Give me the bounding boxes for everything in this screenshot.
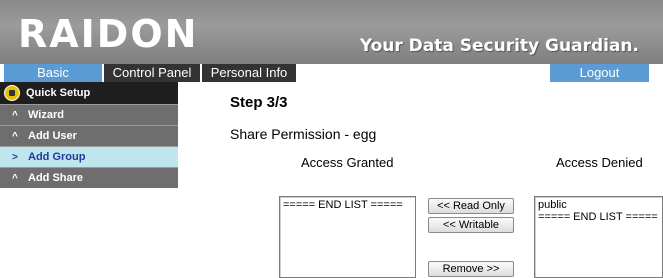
access-denied-list[interactable]: public ===== END LIST =====: [534, 196, 663, 278]
sidebar-item-label: Add Group: [28, 151, 86, 163]
chevron-up-icon: ^: [12, 173, 18, 184]
chevron-up-icon: ^: [12, 131, 18, 142]
remove-button[interactable]: Remove >>: [428, 261, 514, 277]
sidebar-item-add-share[interactable]: ^ Add Share: [0, 167, 178, 188]
access-denied-label: Access Denied: [556, 155, 643, 170]
nav-bar: Basic Control Panel Personal Info Logout: [0, 64, 663, 82]
logout-button[interactable]: Logout: [550, 64, 649, 82]
chevron-up-icon: ^: [12, 110, 18, 121]
sidebar-item-label: Add User: [28, 130, 77, 142]
quick-setup-icon: [4, 85, 20, 101]
tab-control-panel[interactable]: Control Panel: [104, 64, 200, 82]
writable-button[interactable]: << Writable: [428, 217, 514, 233]
sidebar-item-wizard[interactable]: ^ Wizard: [0, 104, 178, 125]
tagline: Your Data Security Guardian.: [359, 36, 639, 56]
step-title: Step 3/3: [230, 94, 288, 111]
sidebar-item-label: Wizard: [28, 109, 64, 121]
sidebar-heading[interactable]: Quick Setup: [0, 82, 178, 104]
read-only-button[interactable]: << Read Only: [428, 198, 514, 214]
sidebar: Quick Setup ^ Wizard ^ Add User > Add Group…: [0, 82, 178, 190]
chevron-right-icon: >: [12, 152, 18, 163]
sidebar-heading-label: Quick Setup: [26, 87, 91, 99]
access-granted-list[interactable]: ===== END LIST =====: [279, 196, 416, 278]
sidebar-item-add-user[interactable]: ^ Add User: [0, 125, 178, 146]
share-permission-title: Share Permission - egg: [230, 126, 377, 142]
list-item[interactable]: public: [538, 199, 659, 211]
access-granted-label: Access Granted: [301, 155, 394, 170]
raidon-logo: RAIDON: [18, 12, 199, 56]
sidebar-item-add-group[interactable]: > Add Group: [0, 146, 178, 167]
list-item[interactable]: ===== END LIST =====: [283, 199, 412, 211]
tab-basic[interactable]: Basic: [4, 64, 102, 82]
header-banner: RAIDON Your Data Security Guardian.: [0, 0, 663, 64]
sidebar-item-label: Add Share: [28, 172, 84, 184]
tab-personal-info[interactable]: Personal Info: [202, 64, 296, 82]
list-item[interactable]: ===== END LIST =====: [538, 211, 659, 223]
